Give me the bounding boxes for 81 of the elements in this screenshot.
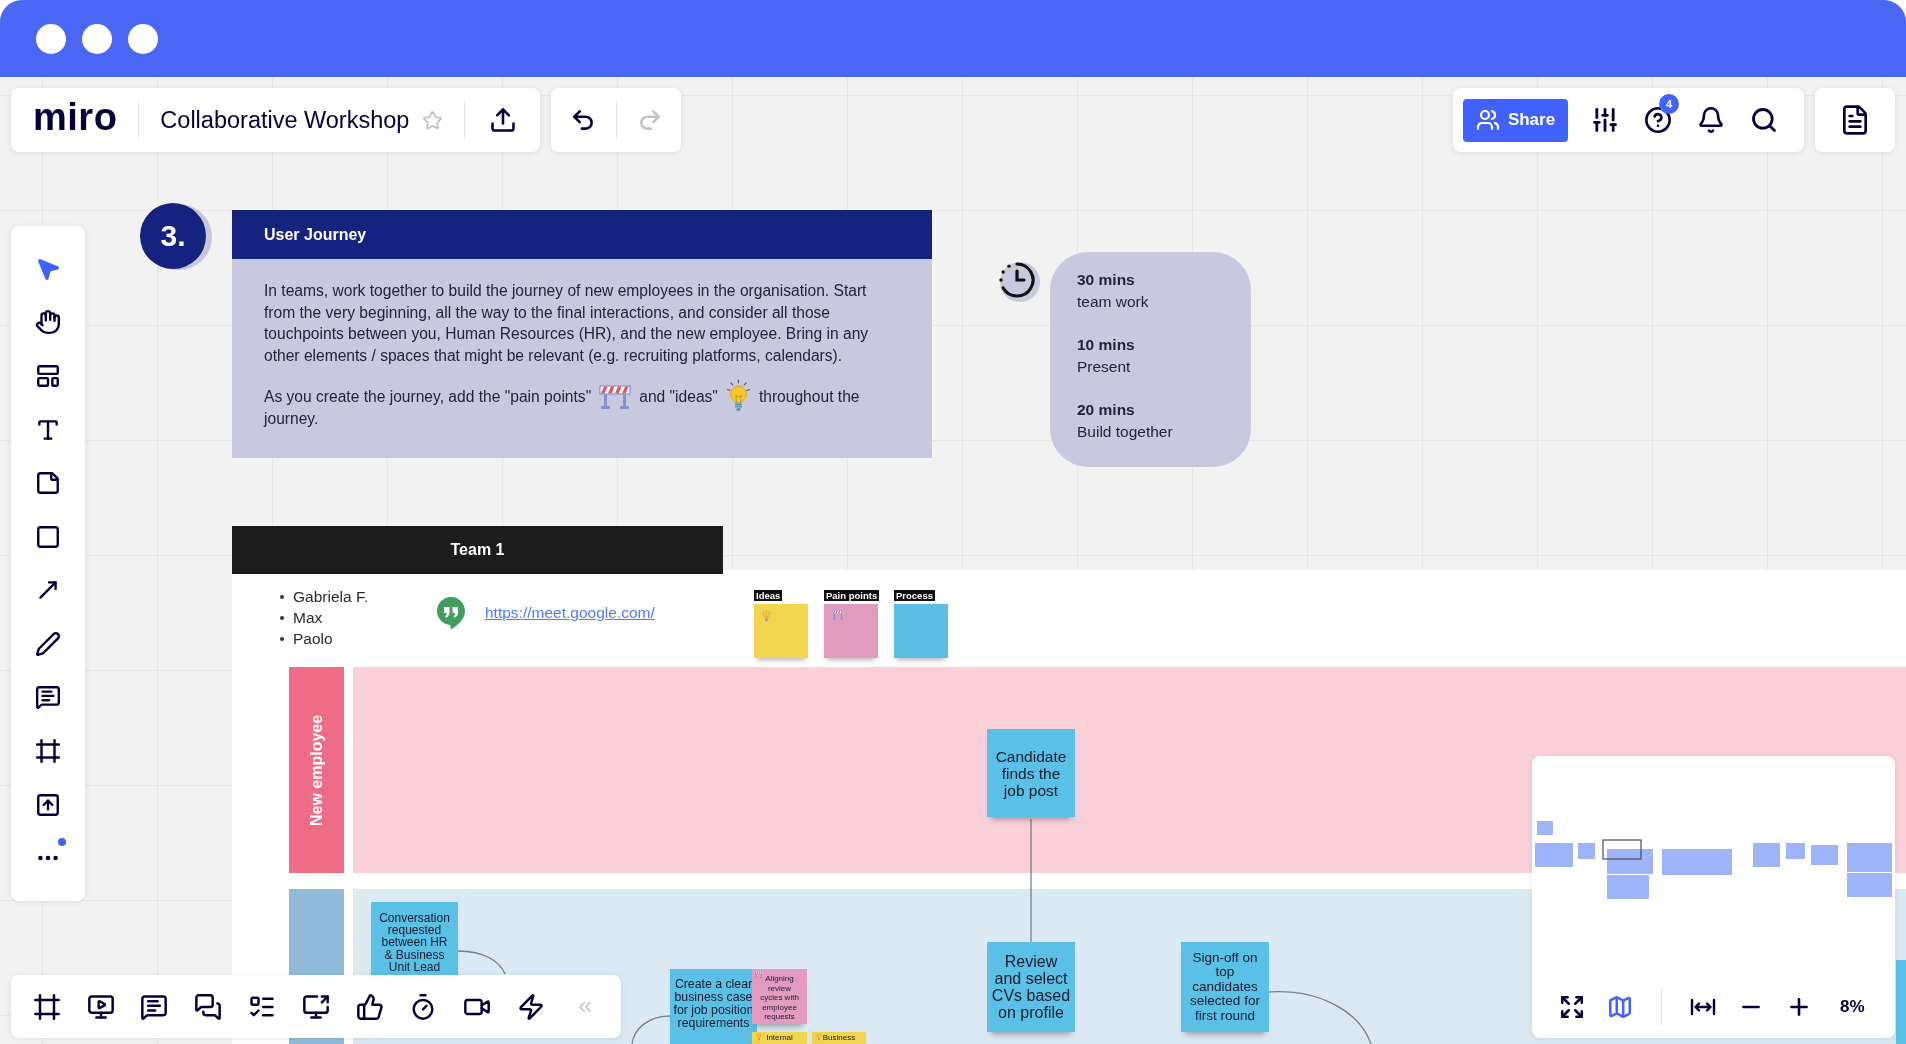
lightbulb-icon [762, 610, 771, 623]
pen-icon[interactable] [35, 630, 61, 657]
comment-icon[interactable] [35, 684, 61, 711]
instruction-text: and "ideas" [639, 388, 718, 405]
lightbulb-icon [756, 1033, 762, 1042]
sticky-text: Business [822, 1033, 856, 1043]
meeting-link[interactable]: https://meet.google.com/ [485, 603, 655, 623]
people-icon [1475, 108, 1500, 132]
window-dot-icon [128, 23, 158, 54]
sticky-text: Internal [766, 1033, 793, 1043]
sticky-note[interactable]: Internal [752, 1032, 807, 1044]
member-name: Paolo [293, 629, 333, 649]
duration-text: 10 mins [1077, 335, 1135, 355]
activity-text: Build together [1077, 421, 1173, 442]
instruction-text: throughout the [758, 388, 860, 405]
expand-icon[interactable] [1559, 994, 1585, 1020]
sticky-note[interactable]: Review and select CVs based on profile [987, 942, 1075, 1032]
screen-share-icon[interactable] [301, 992, 330, 1021]
instruction-text: In teams, work together to build the journey of new employees in the organisation. Start from the very beginning, all the way to the final interactions, and consider all those touchpoints between you, Human Resources (HR), and the new employee. Bring in any other elements / spaces that might be relevant (e.g. recruiting platforms, calendars). [264, 281, 870, 366]
sliders-icon[interactable] [1591, 106, 1619, 134]
barrier-icon [754, 971, 763, 979]
sticky-note[interactable]: Business [812, 1032, 866, 1044]
barrier-icon [832, 610, 844, 620]
sticky-note-icon[interactable] [35, 470, 61, 497]
sticky-text: Sign-off on top candidates selected for first round [1189, 950, 1261, 1024]
instruction-text: As you create the journey, add the "pain points" [264, 388, 592, 405]
lane-label: New employee [289, 667, 344, 873]
layout-icon[interactable] [35, 362, 61, 389]
window-dot-icon [36, 23, 66, 54]
activity-text: team work [1077, 291, 1149, 312]
bullet-icon [280, 594, 284, 599]
chat-icon[interactable] [194, 992, 223, 1021]
frame-icon[interactable] [35, 738, 61, 764]
lightbulb-icon [725, 378, 751, 414]
member-name: Gabriela F. [293, 587, 368, 607]
search-icon[interactable] [1750, 106, 1778, 134]
map-icon[interactable] [1607, 994, 1633, 1020]
presentation-icon[interactable] [86, 992, 115, 1021]
connector-line [631, 1015, 671, 1044]
member-name: Max [293, 608, 323, 628]
sticky-note[interactable]: Sign-off on top candidates selected for first round [1181, 942, 1269, 1032]
legend-label: Ideas [754, 590, 783, 601]
quote-bubble-icon[interactable] [436, 596, 466, 630]
square-icon[interactable] [35, 523, 61, 550]
duration-text: 30 mins [1077, 270, 1135, 290]
sticky-text: Candidate finds the job post [994, 747, 1068, 799]
logo[interactable]: miro [33, 98, 118, 136]
team-header: Team 1 [232, 526, 723, 574]
notification-badge: 4 [1659, 94, 1679, 114]
card-header: User Journey [232, 210, 932, 259]
upload-icon[interactable] [35, 791, 61, 818]
board-title[interactable]: Collaborative Workshop [160, 106, 410, 134]
sticky-text: Aligning review cycles with employee requests [759, 974, 800, 1022]
star-icon[interactable] [422, 109, 444, 131]
frame-icon[interactable] [32, 992, 61, 1021]
sticky-note[interactable]: Conversation requested between HR & Business Unit Lead [371, 902, 458, 975]
duration-text: 20 mins [1077, 400, 1135, 420]
bullet-icon [280, 615, 284, 620]
sticky-note[interactable]: Aligning review cycles with employee requests [752, 969, 807, 1024]
sticky-note[interactable]: Candidate finds the job post [987, 729, 1075, 817]
lightning-icon[interactable] [517, 992, 546, 1021]
lightbulb-icon [816, 1033, 822, 1042]
zoom-level: 8% [1840, 997, 1865, 1017]
help-icon[interactable] [1644, 106, 1672, 134]
legend-label: Process [894, 590, 935, 601]
undo-icon[interactable] [570, 107, 596, 133]
share-button[interactable]: Share [1463, 98, 1568, 142]
bell-icon[interactable] [1697, 106, 1725, 134]
upload-icon[interactable] [489, 106, 517, 134]
instruction-text: journey. [264, 409, 319, 427]
thumbs-up-icon[interactable] [355, 992, 384, 1021]
legend-label: Pain points [824, 590, 880, 601]
hand-icon[interactable] [35, 309, 61, 336]
sticky-text: Conversation requested between HR & Business Unit Lead [378, 912, 451, 973]
window-dot-icon [82, 23, 112, 54]
bullet-icon [280, 636, 284, 641]
activity-text: Present [1077, 356, 1131, 377]
sticky-text: Review and select CVs based on profile [991, 953, 1071, 1021]
barrier-icon [599, 383, 632, 410]
connector-line [457, 950, 506, 975]
comment-icon[interactable] [140, 992, 169, 1021]
